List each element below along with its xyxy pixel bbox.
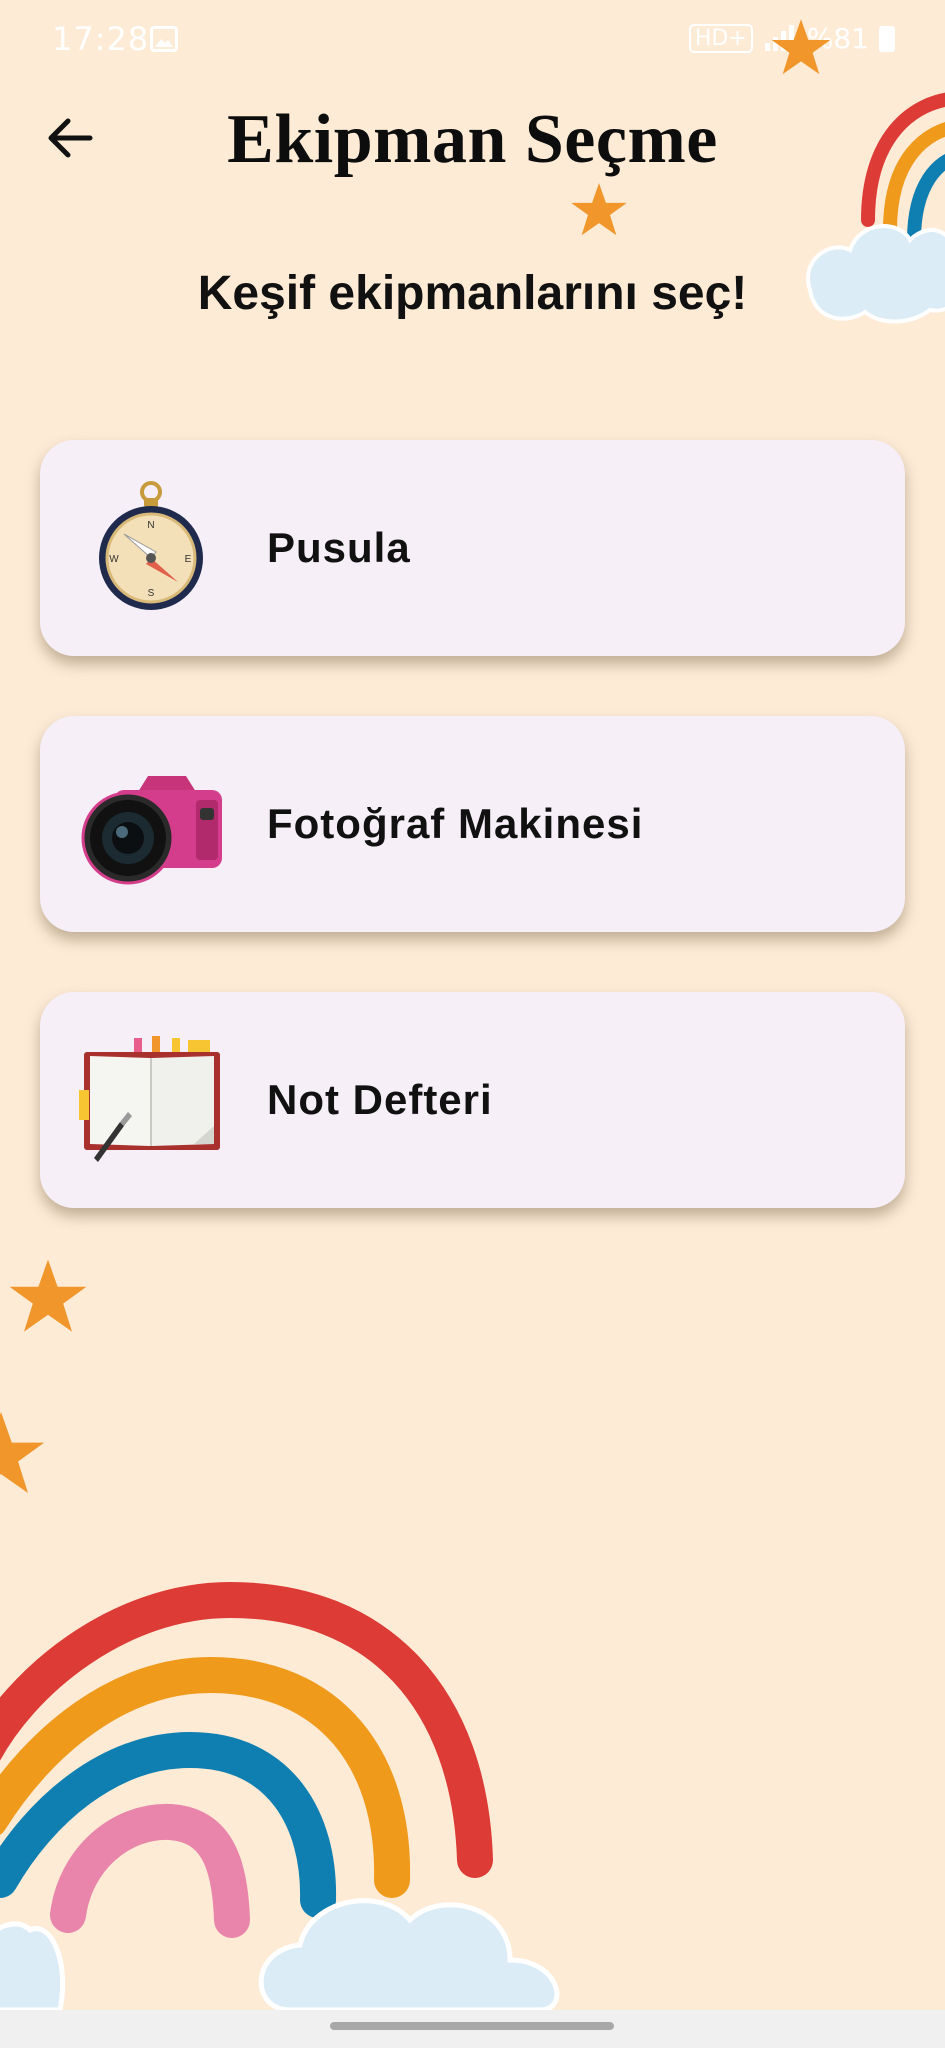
status-bar: 17:28 HD+ %81 xyxy=(0,0,945,80)
equipment-label-notebook: Not Defteri xyxy=(267,1076,493,1123)
equipment-label-compass: Pusula xyxy=(267,524,411,571)
svg-text:E: E xyxy=(185,554,192,565)
equipment-card-notebook[interactable]: Not Defteri xyxy=(40,992,905,1208)
star-decoration-left xyxy=(9,1259,87,1332)
compass-icon: N S E W xyxy=(99,481,203,610)
star-decoration-title xyxy=(571,183,627,236)
home-gesture-handle[interactable] xyxy=(330,2022,614,2030)
notebook-icon xyxy=(79,1036,220,1162)
equipment-card-compass[interactable]: N S E W Pusula xyxy=(40,440,905,656)
camera-icon xyxy=(81,776,222,885)
svg-text:N: N xyxy=(147,520,154,531)
svg-text:W: W xyxy=(109,554,119,565)
svg-text:S: S xyxy=(148,588,155,599)
page-subtitle: Keşif ekipmanlarını seç! xyxy=(197,267,748,320)
star-decoration-edge xyxy=(0,1412,45,1494)
equipment-label-camera: Fotoğraf Makinesi xyxy=(267,800,644,847)
status-indicators: HD+ %81 xyxy=(688,22,895,55)
status-time: 17:28 xyxy=(52,20,150,58)
battery-icon xyxy=(879,25,895,52)
gallery-notification-icon xyxy=(150,26,178,52)
network-type-label: HD+ xyxy=(688,24,753,53)
signal-icon xyxy=(764,24,794,51)
page-title: Ekipman Seçme xyxy=(227,101,718,178)
equipment-card-camera[interactable]: Fotoğraf Makinesi xyxy=(40,716,905,932)
battery-level: %81 xyxy=(806,22,869,55)
rainbow-decoration-bottom xyxy=(0,1581,560,2010)
